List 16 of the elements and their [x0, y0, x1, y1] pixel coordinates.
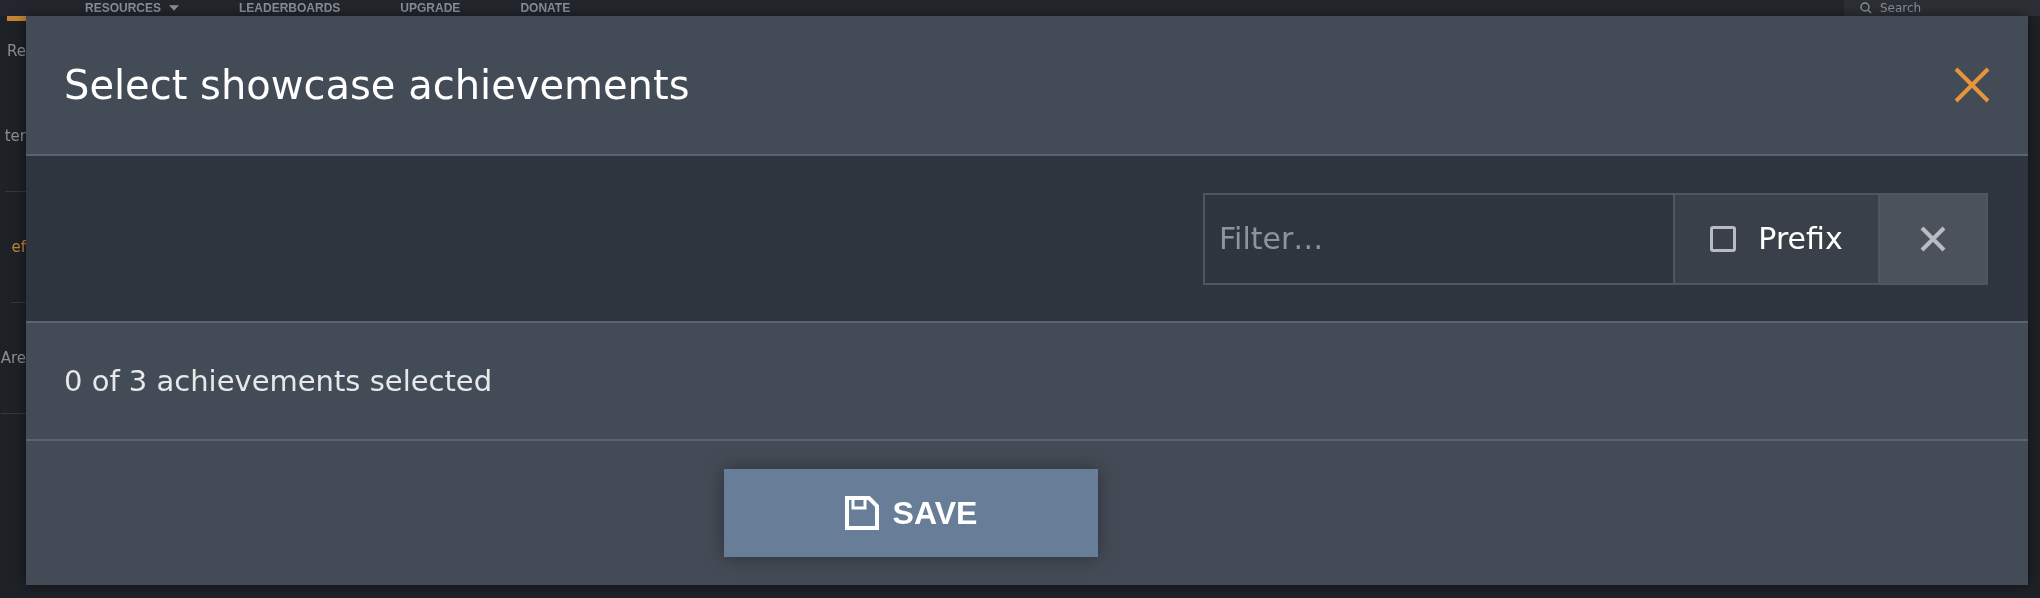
nav-item[interactable]: UPGRADE	[400, 1, 461, 15]
prefix-checkbox[interactable]	[1710, 225, 1737, 252]
nav-item[interactable]: LEADERBOARDS	[239, 1, 341, 15]
filter-field[interactable]: Filter…	[1203, 192, 1675, 285]
close-icon	[1919, 224, 1947, 253]
search-field[interactable]: Search	[1844, 0, 2040, 16]
nav-item[interactable]: RESOURCES	[85, 1, 179, 15]
close-button[interactable]	[1952, 65, 1992, 105]
search-icon	[1860, 2, 1872, 14]
dialog-title: Select showcase achievements	[64, 62, 690, 108]
save-button[interactable]: SAVE	[724, 469, 1098, 557]
close-icon	[1952, 65, 1992, 105]
clear-button[interactable]	[1880, 192, 1988, 285]
selection-count: 0 of 3 achievements selected	[64, 364, 493, 398]
prefix-toggle[interactable]: Prefix	[1675, 192, 1880, 285]
nav-item[interactable]: DONATE	[520, 1, 571, 15]
